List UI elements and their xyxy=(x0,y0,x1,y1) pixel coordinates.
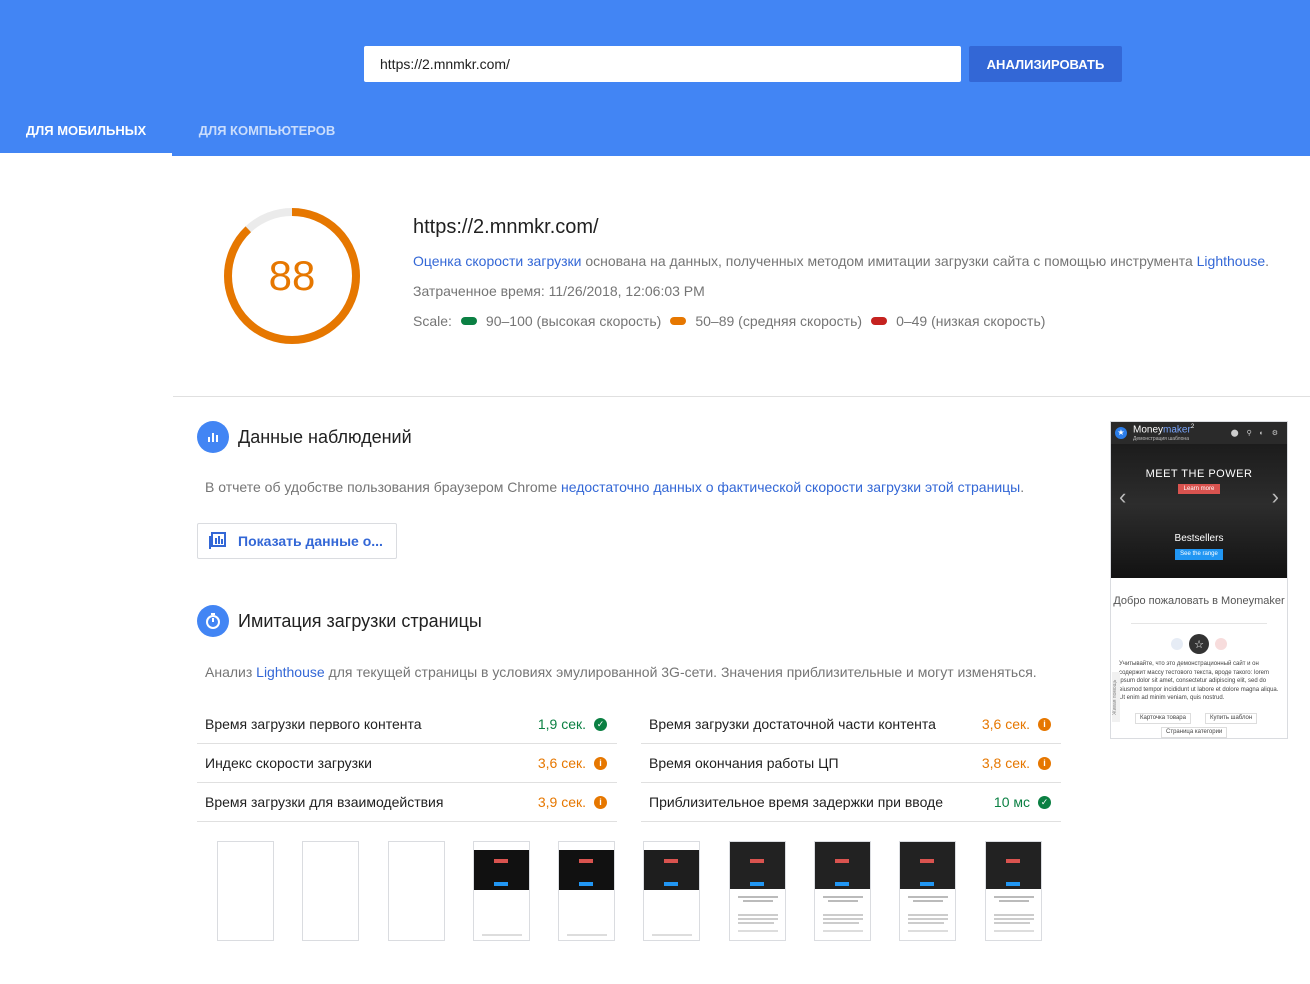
insufficient-data-link[interactable]: недостаточно данных о фактической скорос… xyxy=(561,479,1020,495)
preview-toolbar-icons: ⬤ ⚲ ◐ ⚙ xyxy=(1230,430,1281,437)
scale-average-label: 50–89 (средняя скорость) xyxy=(695,313,863,329)
scale-label: Scale: xyxy=(413,313,452,329)
show-origin-data-label: Показать данные о... xyxy=(238,533,383,549)
preview-hero-title: MEET THE POWER xyxy=(1145,468,1253,480)
filmstrip-frame xyxy=(814,841,871,941)
info-icon: i xyxy=(1038,717,1051,731)
metric-value: 3,8 сек. xyxy=(981,755,1030,771)
lab-data-title: Имитация загрузки страницы xyxy=(238,611,482,631)
summary-description-text: основана на данных, полученных методом и… xyxy=(581,253,1197,269)
metric-row: Приблизительное время задержки при вводе… xyxy=(641,783,1061,822)
tab-desktop[interactable]: ДЛЯ КОМПЬЮТЕРОВ xyxy=(172,104,362,156)
preview-brand: Moneymaker2 xyxy=(1133,424,1194,435)
chevron-right-icon: › xyxy=(1271,484,1279,509)
final-screenshot: ★ Moneymaker2 Демонстрация шаблона ⬤ ⚲ ◐… xyxy=(1110,421,1288,739)
preview-paragraph: Учитывайте, что это демонстрационный сай… xyxy=(1119,661,1279,701)
metric-name: Время загрузки достаточной части контент… xyxy=(649,716,936,732)
metric-value: 3,6 сек. xyxy=(537,755,586,771)
tab-mobile[interactable]: ДЛЯ МОБИЛЬНЫХ xyxy=(0,104,172,156)
scale-average-pill xyxy=(670,317,687,325)
lab-data-text: Анализ Lighthouse для текущей страницы в… xyxy=(205,664,1037,680)
check-icon: ✓ xyxy=(1038,795,1051,809)
score-value: 88 xyxy=(268,252,316,299)
metric-name: Время загрузки первого контента xyxy=(205,716,422,732)
bar-chart-icon xyxy=(197,421,229,453)
summary-description-end: . xyxy=(1265,253,1270,269)
preview-buy-button: Купить шаблон xyxy=(1205,713,1258,724)
metric-value: 3,9 сек. xyxy=(537,794,586,810)
info-icon: i xyxy=(1038,756,1051,770)
filmstrip-frame xyxy=(985,841,1042,941)
summary-description: Оценка скорости загрузки основана на дан… xyxy=(413,253,1269,269)
metric-value: 1,9 сек. xyxy=(537,716,586,732)
star-icon: ☆ xyxy=(1189,634,1209,654)
metric-row: Время загрузки первого контента 1,9 сек.… xyxy=(197,705,617,744)
metric-row: Индекс скорости загрузки 3,6 сек. i xyxy=(197,744,617,783)
filmstrip-frame xyxy=(388,841,445,941)
filmstrip-frame xyxy=(643,841,700,941)
info-icon: i xyxy=(594,795,607,809)
metric-row: Время загрузки для взаимодействия 3,9 се… xyxy=(197,783,617,822)
field-data-text-start: В отчете об удобстве пользования браузер… xyxy=(205,479,561,495)
field-data-title: Данные наблюдений xyxy=(238,427,412,447)
metric-name: Индекс скорости загрузки xyxy=(205,755,372,771)
metric-row: Время окончания работы ЦП 3,8 сек. i xyxy=(641,744,1061,783)
speed-score-link[interactable]: Оценка скорости загрузки xyxy=(413,253,581,269)
filmstrip-frame xyxy=(302,841,359,941)
score-scale: Scale: 90–100 (высокая скорость) 50–89 (… xyxy=(413,313,1045,329)
lab-data-text-end: для текущей страницы в условиях эмулиров… xyxy=(324,664,1037,680)
metric-row: Время загрузки достаточной части контент… xyxy=(641,705,1061,744)
preview-icons: ☆ xyxy=(1171,633,1227,655)
preview-bestsellers: Bestsellers xyxy=(1174,533,1224,544)
preview-topbar: ★ Moneymaker2 Демонстрация шаблона ⬤ ⚲ ◐… xyxy=(1111,422,1287,444)
preview-range-button: See the range xyxy=(1175,549,1223,560)
scale-slow-pill xyxy=(871,317,888,325)
lighthouse-link[interactable]: Lighthouse xyxy=(1197,253,1266,269)
scale-fast-label: 90–100 (высокая скорость) xyxy=(485,313,662,329)
filmstrip-frame xyxy=(473,841,530,941)
analysis-time: Затраченное время: 11/26/2018, 12:06:03 … xyxy=(413,283,705,299)
preview-learn-button: Learn more xyxy=(1178,484,1220,494)
check-icon: ✓ xyxy=(594,717,607,731)
lock-icon xyxy=(1171,638,1183,650)
stopwatch-icon xyxy=(197,605,229,637)
preview-brand-a: Money xyxy=(1133,424,1164,436)
lab-data-text-start: Анализ xyxy=(205,664,257,680)
metric-value: 3,6 сек. xyxy=(981,716,1030,732)
chat-icon xyxy=(1215,638,1227,650)
analyze-button[interactable]: АНАЛИЗИРОВАТЬ xyxy=(969,46,1122,82)
star-logo-icon: ★ xyxy=(1115,427,1127,439)
preview-welcome: Добро пожаловать в Moneymaker xyxy=(1113,595,1285,607)
field-data-text: В отчете об удобстве пользования браузер… xyxy=(205,479,1024,495)
metric-name: Время загрузки для взаимодействия xyxy=(205,794,444,810)
scale-fast-pill xyxy=(460,317,477,325)
preview-brand-sub: Демонстрация шаблона xyxy=(1133,435,1189,442)
analyzed-url: https://2.mnmkr.com/ xyxy=(413,216,599,238)
lab-lighthouse-link[interactable]: Lighthouse xyxy=(256,664,325,680)
top-bar: АНАЛИЗИРОВАТЬ ДЛЯ МОБИЛЬНЫХ ДЛЯ КОМПЬЮТЕ… xyxy=(0,0,1310,156)
filmstrip-frame xyxy=(899,841,956,941)
scale-slow-label: 0–49 (низкая скорость) xyxy=(896,313,1046,329)
chevron-left-icon: ‹ xyxy=(1119,484,1127,509)
field-data-text-end: . xyxy=(1020,479,1025,495)
filmstrip-frame xyxy=(558,841,615,941)
preview-side-tab: Живая помощь xyxy=(1112,672,1120,722)
preview-product-button: Карточка товара xyxy=(1135,713,1191,724)
metric-value: 10 мс xyxy=(993,794,1030,810)
info-icon: i xyxy=(594,756,607,770)
preview-category-button: Страница категории xyxy=(1161,727,1228,738)
show-origin-data-button[interactable]: Показать данные о... xyxy=(197,523,397,559)
section-divider xyxy=(173,396,1310,397)
metric-name: Время окончания работы ЦП xyxy=(649,755,839,771)
url-input[interactable] xyxy=(364,46,961,82)
preview-brand-sup: 2 xyxy=(1190,424,1195,431)
metric-name: Приблизительное время задержки при вводе xyxy=(649,794,943,810)
preview-brand-b: maker xyxy=(1163,424,1191,436)
filmstrip-frame xyxy=(729,841,786,941)
library-icon xyxy=(209,532,226,549)
preview-divider xyxy=(1131,623,1267,624)
filmstrip-frame xyxy=(217,841,274,941)
